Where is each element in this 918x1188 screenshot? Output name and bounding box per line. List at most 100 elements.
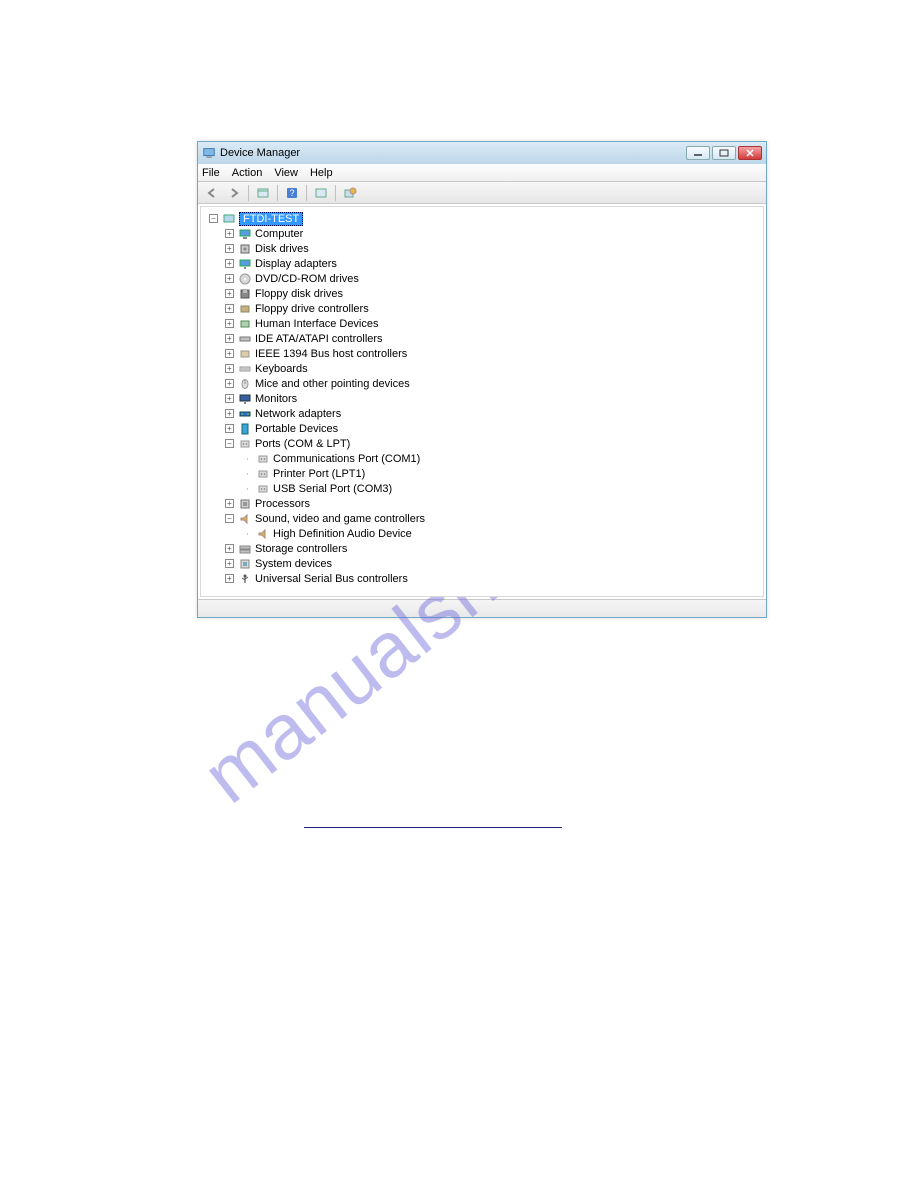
- update-driver-button[interactable]: [340, 184, 360, 202]
- tree-item-label: Communications Port (COM1): [273, 453, 420, 465]
- tree-item-label: IEEE 1394 Bus host controllers: [255, 348, 407, 360]
- tree-connector: ·: [243, 528, 252, 540]
- tree-item[interactable]: + Processors: [207, 496, 757, 511]
- tree-item-label: Universal Serial Bus controllers: [255, 573, 408, 585]
- tree-root[interactable]: − FTDI-TEST: [207, 211, 757, 226]
- root-label[interactable]: FTDI-TEST: [239, 212, 303, 226]
- computer-icon: [222, 212, 236, 226]
- expand-icon[interactable]: +: [225, 574, 234, 583]
- toolbar-separator: [248, 185, 249, 201]
- port-icon: [256, 452, 270, 466]
- titlebar[interactable]: Device Manager: [198, 142, 766, 164]
- expand-icon[interactable]: +: [225, 379, 234, 388]
- statusbar: [198, 599, 766, 617]
- expand-icon[interactable]: +: [225, 364, 234, 373]
- tree-item[interactable]: − Sound, video and game controllers: [207, 511, 757, 526]
- tree-connector: ·: [243, 468, 252, 480]
- tree-item[interactable]: +Keyboards: [207, 361, 757, 376]
- tree-item[interactable]: +Display adapters: [207, 256, 757, 271]
- expand-icon[interactable]: +: [225, 319, 234, 328]
- menu-help[interactable]: Help: [310, 167, 333, 179]
- maximize-button[interactable]: [712, 146, 736, 160]
- sound-icon: [256, 527, 270, 541]
- expand-icon[interactable]: +: [225, 424, 234, 433]
- tree-item-label: Storage controllers: [255, 543, 347, 555]
- tree-item[interactable]: − Ports (COM & LPT): [207, 436, 757, 451]
- back-button[interactable]: [202, 184, 222, 202]
- port-icon: [238, 437, 252, 451]
- expand-icon[interactable]: +: [225, 334, 234, 343]
- menu-file[interactable]: File: [202, 167, 220, 179]
- expand-icon[interactable]: +: [225, 559, 234, 568]
- toolbar: ?: [198, 182, 766, 204]
- tree-item-label: Printer Port (LPT1): [273, 468, 365, 480]
- help-button[interactable]: ?: [282, 184, 302, 202]
- tree-item-label: USB Serial Port (COM3): [273, 483, 392, 495]
- expand-icon[interactable]: +: [225, 499, 234, 508]
- tree-item[interactable]: +Floppy disk drives: [207, 286, 757, 301]
- port-icon: [256, 482, 270, 496]
- menu-action[interactable]: Action: [232, 167, 263, 179]
- svg-text:?: ?: [289, 188, 294, 198]
- tree-item[interactable]: ·Communications Port (COM1): [207, 451, 757, 466]
- tree-item[interactable]: +Floppy drive controllers: [207, 301, 757, 316]
- cd-icon: [238, 272, 252, 286]
- expand-icon[interactable]: +: [225, 259, 234, 268]
- tree-item[interactable]: + Storage controllers: [207, 541, 757, 556]
- expand-icon[interactable]: +: [225, 289, 234, 298]
- collapse-icon[interactable]: −: [225, 514, 234, 523]
- ide-icon: [238, 332, 252, 346]
- tree-item[interactable]: + Portable Devices: [207, 421, 757, 436]
- minimize-button[interactable]: [686, 146, 710, 160]
- expand-icon[interactable]: +: [225, 409, 234, 418]
- device-manager-window: Device Manager File Action View Help ? −…: [197, 141, 767, 618]
- disk-icon: [238, 242, 252, 256]
- collapse-icon[interactable]: −: [209, 214, 218, 223]
- tree-item[interactable]: ·High Definition Audio Device: [207, 526, 757, 541]
- tree-item[interactable]: + Network adapters: [207, 406, 757, 421]
- tree-item[interactable]: + Universal Serial Bus controllers: [207, 571, 757, 586]
- expand-icon[interactable]: +: [225, 229, 234, 238]
- floppyctrl-icon: [238, 302, 252, 316]
- sound-icon: [238, 512, 252, 526]
- tree-item-label: Sound, video and game controllers: [255, 513, 425, 525]
- tree-item[interactable]: + Mice and other pointing devices: [207, 376, 757, 391]
- monitor-icon: [238, 392, 252, 406]
- expand-icon[interactable]: +: [225, 274, 234, 283]
- menu-view[interactable]: View: [274, 167, 298, 179]
- tree-item[interactable]: + System devices: [207, 556, 757, 571]
- tree-item[interactable]: +Computer: [207, 226, 757, 241]
- collapse-icon[interactable]: −: [225, 439, 234, 448]
- expand-icon[interactable]: +: [225, 544, 234, 553]
- ieee1394-icon: [238, 347, 252, 361]
- tree-item[interactable]: +Monitors: [207, 391, 757, 406]
- tree-item-label: Network adapters: [255, 408, 341, 420]
- tree-item-label: Portable Devices: [255, 423, 338, 435]
- show-hide-console-tree-button[interactable]: [253, 184, 273, 202]
- tree-item[interactable]: + Human Interface Devices: [207, 316, 757, 331]
- tree-item[interactable]: + IEEE 1394 Bus host controllers: [207, 346, 757, 361]
- device-manager-icon: [202, 146, 216, 160]
- expand-icon[interactable]: +: [225, 349, 234, 358]
- tree-item[interactable]: · Printer Port (LPT1): [207, 466, 757, 481]
- tree-item-label: DVD/CD-ROM drives: [255, 273, 359, 285]
- tree-item[interactable]: +IDE ATA/ATAPI controllers: [207, 331, 757, 346]
- usb-icon: [238, 572, 252, 586]
- expand-icon[interactable]: +: [225, 394, 234, 403]
- tree-item[interactable]: + DVD/CD-ROM drives: [207, 271, 757, 286]
- tree-item-label: System devices: [255, 558, 332, 570]
- device-tree[interactable]: − FTDI-TEST +Computer+Disk drives+Displa…: [200, 206, 764, 597]
- close-button[interactable]: [738, 146, 762, 160]
- expand-icon[interactable]: +: [225, 244, 234, 253]
- tree-item[interactable]: · USB Serial Port (COM3): [207, 481, 757, 496]
- tree-item-label: Processors: [255, 498, 310, 510]
- forward-button[interactable]: [224, 184, 244, 202]
- tree-item-label: Ports (COM & LPT): [255, 438, 350, 450]
- tree-item[interactable]: +Disk drives: [207, 241, 757, 256]
- tree-item-label: Human Interface Devices: [255, 318, 379, 330]
- network-icon: [238, 407, 252, 421]
- scan-button[interactable]: [311, 184, 331, 202]
- expand-icon[interactable]: +: [225, 304, 234, 313]
- tree-connector: ·: [243, 483, 252, 495]
- tree-item-label: Mice and other pointing devices: [255, 378, 410, 390]
